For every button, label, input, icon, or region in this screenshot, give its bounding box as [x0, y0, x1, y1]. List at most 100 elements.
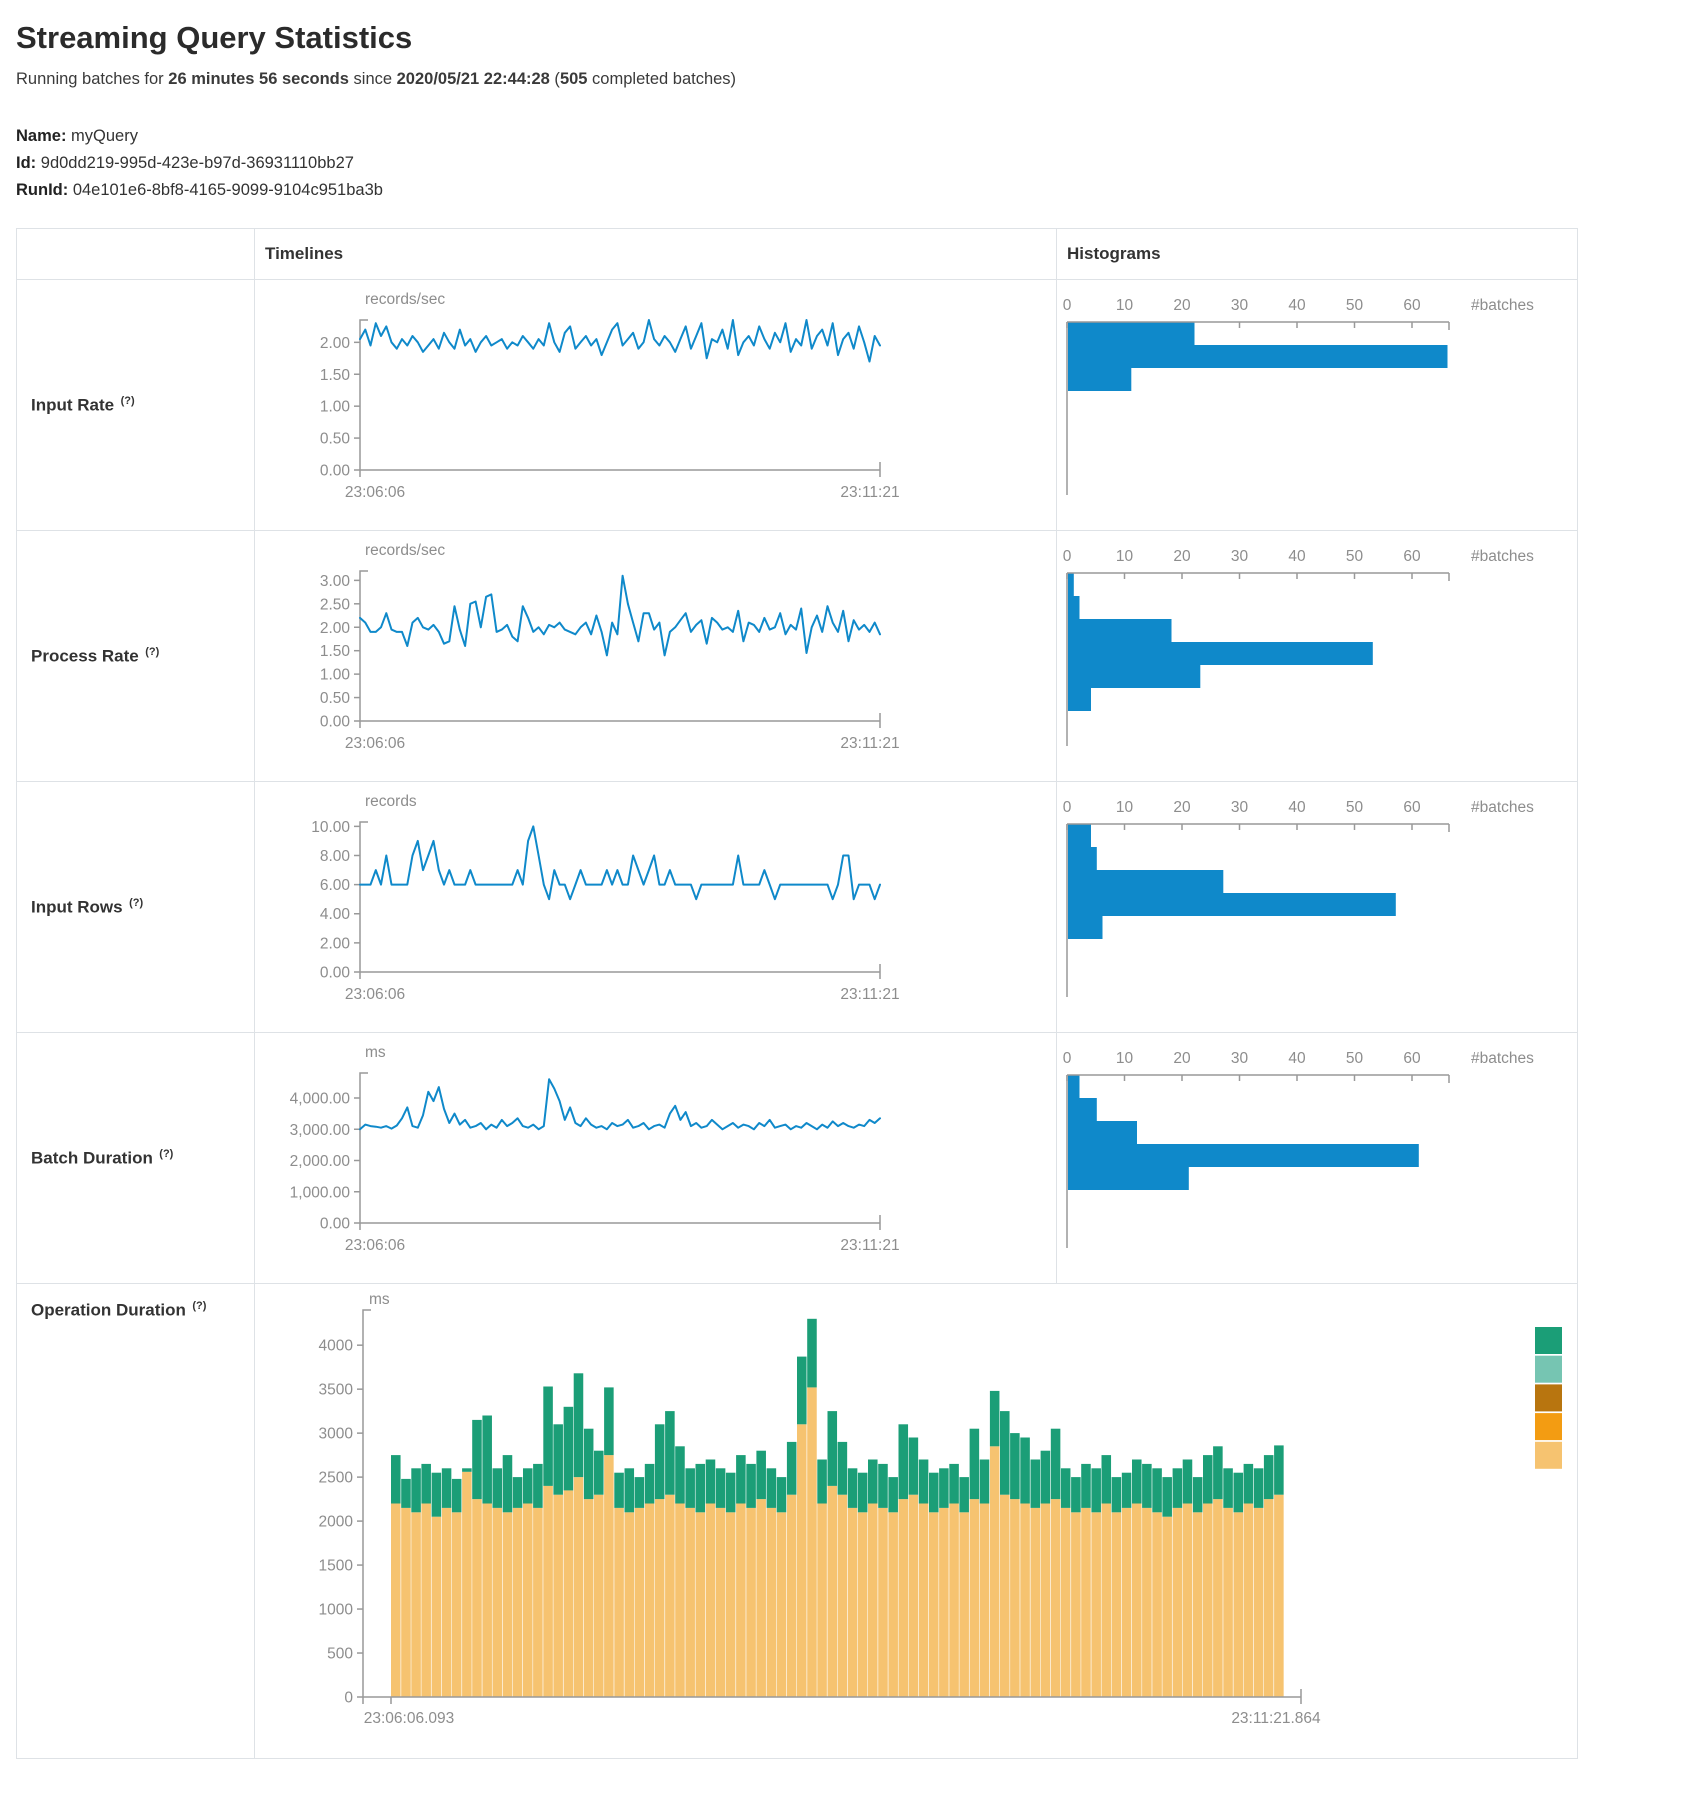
name-label: Name:: [16, 127, 66, 145]
svg-text:2500: 2500: [319, 1470, 354, 1487]
svg-text:2.00: 2.00: [320, 935, 351, 952]
svg-text:ms: ms: [369, 1291, 390, 1308]
svg-text:0: 0: [1063, 548, 1072, 565]
svg-text:4.00: 4.00: [320, 906, 351, 923]
metric-label-operation-duration: Operation Duration: [31, 1300, 186, 1319]
legend-swatch: [1535, 1442, 1562, 1469]
operation-duration-stacked-chart: ms0500100015002000250030003500400023:06:…: [255, 1284, 1577, 1758]
batch-duration-row: Batch Duration (?) ms0.001,000.002,000.0…: [17, 1033, 1578, 1284]
histograms-column-header: Histograms: [1057, 229, 1578, 280]
metric-label-process-rate: Process Rate: [31, 646, 139, 665]
running-batches-summary: Running batches for 26 minutes 56 second…: [16, 70, 1677, 89]
batch-duration-histogram-chart: 0102030405060#batches: [1057, 1033, 1577, 1283]
query-id-line: Id: 9d0dd219-995d-423e-b97d-36931110bb27: [16, 150, 1677, 177]
svg-text:0: 0: [1063, 1050, 1072, 1067]
svg-text:1500: 1500: [319, 1558, 354, 1575]
svg-text:records/sec: records/sec: [365, 542, 445, 559]
svg-text:#batches: #batches: [1471, 297, 1534, 314]
svg-text:ms: ms: [365, 1044, 386, 1061]
svg-text:23:06:06.093: 23:06:06.093: [364, 1710, 455, 1727]
svg-text:1.50: 1.50: [320, 367, 351, 384]
svg-text:60: 60: [1403, 297, 1421, 314]
svg-text:6.00: 6.00: [320, 877, 351, 894]
svg-text:4,000.00: 4,000.00: [290, 1091, 351, 1108]
svg-text:10: 10: [1116, 297, 1134, 314]
svg-text:2.50: 2.50: [320, 596, 351, 613]
svg-text:20: 20: [1173, 1050, 1191, 1067]
input-rate-histogram-cell: 0102030405060#batches: [1057, 280, 1578, 531]
id-value: 9d0dd219-995d-423e-b97d-36931110bb27: [41, 154, 354, 172]
runid-value: 04e101e6-8bf8-4165-9099-9104c951ba3b: [73, 181, 383, 199]
svg-text:0.00: 0.00: [320, 463, 351, 480]
operation-duration-chart-cell: ms0500100015002000250030003500400023:06:…: [255, 1284, 1578, 1759]
timelines-column-header: Timelines: [255, 229, 1057, 280]
svg-text:4000: 4000: [319, 1338, 354, 1355]
legend-swatch: [1535, 1356, 1562, 1383]
svg-text:40: 40: [1288, 799, 1306, 816]
svg-text:3.00: 3.00: [320, 573, 351, 590]
svg-text:50: 50: [1346, 799, 1364, 816]
process-rate-help-marker[interactable]: (?): [145, 646, 159, 658]
svg-text:0: 0: [1063, 799, 1072, 816]
process-rate-histogram-chart: 0102030405060#batches: [1057, 531, 1577, 781]
statistics-table: Timelines Histograms Input Rate (?) reco…: [16, 228, 1578, 1759]
svg-text:1,000.00: 1,000.00: [290, 1184, 351, 1201]
svg-text:500: 500: [327, 1646, 353, 1663]
legend-swatch: [1535, 1384, 1562, 1411]
metric-label-batch-duration: Batch Duration: [31, 1148, 153, 1167]
svg-text:0.00: 0.00: [320, 714, 351, 731]
input-rate-help-marker[interactable]: (?): [121, 395, 135, 407]
svg-text:40: 40: [1288, 548, 1306, 565]
svg-text:0.00: 0.00: [320, 1216, 351, 1233]
svg-text:50: 50: [1346, 548, 1364, 565]
svg-text:#batches: #batches: [1471, 1050, 1534, 1067]
table-header-row: Timelines Histograms: [17, 229, 1578, 280]
svg-text:0.00: 0.00: [320, 965, 351, 982]
svg-text:23:11:21.864: 23:11:21.864: [1231, 1710, 1321, 1727]
input-rows-label-cell: Input Rows (?): [17, 782, 255, 1033]
svg-text:50: 50: [1346, 297, 1364, 314]
svg-text:10.00: 10.00: [311, 819, 350, 836]
input-rows-timeline-cell: records 0.00 2.00 4.00 6.00 8.00 10.00 23:06:06…: [255, 782, 1057, 1033]
svg-text:10: 10: [1116, 799, 1134, 816]
process-rate-timeline-chart: records/sec0.000.501.001.502.002.503.002…: [255, 531, 1056, 781]
svg-text:3500: 3500: [319, 1382, 354, 1399]
svg-text:20: 20: [1173, 799, 1191, 816]
svg-text:40: 40: [1288, 1050, 1306, 1067]
operation-duration-row: Operation Duration (?) ms050010001500200…: [17, 1284, 1578, 1759]
svg-text:23:06:06: 23:06:06: [345, 735, 405, 752]
input-rows-row: Input Rows (?) records 0.00 2.00 4.00 6.00 8.…: [17, 782, 1578, 1033]
input-rows-help-marker[interactable]: (?): [129, 897, 143, 909]
svg-text:23:06:06: 23:06:06: [345, 986, 405, 1003]
svg-text:23:06:06: 23:06:06: [345, 484, 405, 501]
summary-since: since: [349, 70, 397, 88]
page-title: Streaming Query Statistics: [16, 20, 1677, 56]
name-value: myQuery: [71, 127, 138, 145]
input-rows-histogram-cell: 0 10 20 30 40 50 60 #batches: [1057, 782, 1578, 1033]
svg-text:23:11:21: 23:11:21: [840, 1237, 899, 1254]
svg-text:10: 10: [1116, 1050, 1134, 1067]
process-rate-label-cell: Process Rate (?): [17, 531, 255, 782]
summary-paren: (: [550, 70, 560, 88]
operation-duration-help-marker[interactable]: (?): [192, 1300, 206, 1312]
svg-text:0.50: 0.50: [320, 690, 351, 707]
svg-text:8.00: 8.00: [320, 848, 351, 865]
batch-duration-help-marker[interactable]: (?): [159, 1148, 173, 1160]
svg-text:2000: 2000: [319, 1514, 354, 1531]
svg-text:2.00: 2.00: [320, 620, 351, 637]
legend-swatch: [1535, 1413, 1562, 1440]
svg-text:records: records: [365, 793, 417, 810]
running-duration: 26 minutes 56 seconds: [168, 70, 349, 88]
svg-text:#batches: #batches: [1471, 799, 1534, 816]
batch-duration-timeline-chart: ms0.001,000.002,000.003,000.004,000.0023…: [255, 1033, 1056, 1283]
svg-text:30: 30: [1231, 799, 1249, 816]
batch-duration-label-cell: Batch Duration (?): [17, 1033, 255, 1284]
svg-text:60: 60: [1403, 1050, 1421, 1067]
svg-text:0: 0: [1063, 297, 1072, 314]
svg-text:60: 60: [1403, 799, 1421, 816]
input-rate-label-cell: Input Rate (?): [17, 280, 255, 531]
svg-text:23:06:06: 23:06:06: [345, 1237, 405, 1254]
completed-batch-count: 505: [560, 70, 588, 88]
svg-text:40: 40: [1288, 297, 1306, 314]
svg-text:20: 20: [1173, 548, 1191, 565]
